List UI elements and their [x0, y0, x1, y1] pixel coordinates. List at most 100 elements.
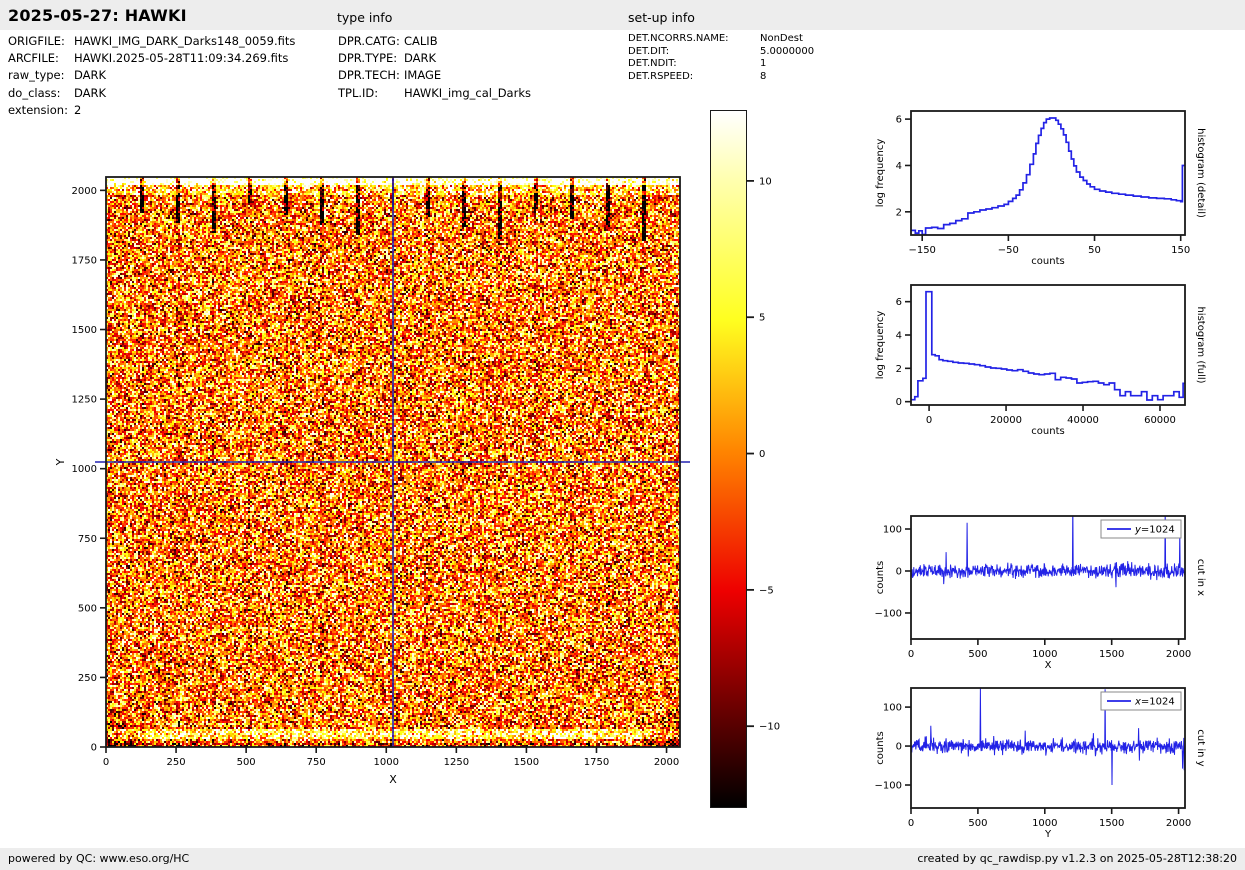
svg-text:1750: 1750 — [584, 757, 609, 768]
svg-text:1000: 1000 — [1032, 649, 1057, 660]
legend-label: y=1024 — [1134, 525, 1175, 536]
legend-label: x=1024 — [1134, 697, 1175, 708]
svg-text:1250: 1250 — [444, 757, 469, 768]
type-info-table: DPR.CATG: CALIB DPR.TYPE: DARK DPR.TECH: IM… — [338, 33, 531, 102]
svg-text:counts: counts — [1031, 256, 1064, 267]
svg-text:−100: −100 — [875, 781, 902, 792]
svg-text:250: 250 — [78, 673, 97, 684]
field-value: 8 — [760, 70, 767, 82]
svg-text:750: 750 — [78, 534, 97, 545]
setup-info-row: DET.NCORRS.NAME: NonDest — [628, 33, 814, 46]
svg-text:counts: counts — [1031, 426, 1064, 437]
field-label: DPR.TECH: — [338, 68, 400, 83]
svg-text:40000: 40000 — [1067, 415, 1099, 426]
file-info-row: extension: 2 — [8, 102, 295, 119]
svg-text:50: 50 — [1088, 245, 1101, 256]
svg-text:2000: 2000 — [654, 757, 679, 768]
field-value: DARK — [404, 51, 437, 66]
field-label: DET.RSPEED: — [628, 70, 694, 82]
field-value: DARK — [74, 68, 107, 83]
page-title: 2025-05-27: HAWKI — [8, 6, 187, 25]
svg-text:10: 10 — [759, 176, 772, 187]
footer-created-by: created by qc_rawdisp.py v1.2.3 on 2025-… — [917, 852, 1237, 865]
field-value: HAWKI_img_cal_Darks — [404, 85, 531, 100]
setup-info-table: DET.NCORRS.NAME: NonDest DET.DIT: 5.000000… — [628, 33, 814, 83]
svg-text:250: 250 — [167, 757, 186, 768]
svg-text:0: 0 — [759, 449, 765, 460]
svg-text:750: 750 — [307, 757, 326, 768]
field-label: DPR.TYPE: — [338, 51, 398, 66]
svg-text:0: 0 — [103, 757, 109, 768]
svg-text:counts: counts — [875, 561, 886, 594]
svg-text:Y: Y — [1044, 829, 1052, 840]
setup-info-row: DET.RSPEED: 8 — [628, 71, 814, 84]
svg-text:1500: 1500 — [72, 325, 97, 336]
file-info-row: ORIGFILE: HAWKI_IMG_DARK_Darks148_0059.fi… — [8, 33, 295, 50]
svg-text:500: 500 — [968, 818, 987, 829]
svg-text:−150: −150 — [908, 245, 935, 256]
svg-text:5: 5 — [759, 313, 765, 324]
svg-text:20000: 20000 — [990, 415, 1022, 426]
setup-info-row: DET.NDIT: 1 — [628, 58, 814, 71]
colorbar — [710, 110, 747, 808]
svg-text:cut in y: cut in y — [1195, 729, 1206, 766]
field-value: 5.0000000 — [760, 45, 815, 57]
svg-text:2: 2 — [896, 207, 902, 218]
svg-text:0: 0 — [896, 742, 902, 753]
setup-info-heading: set-up info — [628, 10, 695, 25]
field-label: TPL.ID: — [338, 85, 379, 100]
svg-text:0: 0 — [908, 649, 914, 660]
svg-text:0: 0 — [896, 397, 902, 408]
svg-text:0: 0 — [896, 566, 902, 577]
type-info-row: DPR.TECH: IMAGE — [338, 67, 531, 84]
svg-text:−10: −10 — [759, 722, 780, 733]
svg-text:histogram (full): histogram (full) — [1195, 306, 1206, 383]
legend-box — [1100, 691, 1182, 711]
svg-text:4: 4 — [896, 161, 902, 172]
field-value: HAWKI.2025-05-28T11:09:34.269.fits — [74, 51, 289, 66]
type-info-row: DPR.TYPE: DARK — [338, 50, 531, 67]
field-label: ARCFILE: — [8, 51, 59, 66]
field-label: do_class: — [8, 85, 61, 100]
file-info-row: raw_type: DARK — [8, 67, 295, 84]
type-info-row: DPR.CATG: CALIB — [338, 33, 531, 50]
svg-text:4: 4 — [896, 331, 902, 342]
field-label: DET.NCORRS.NAME: — [628, 33, 729, 44]
svg-text:1000: 1000 — [1032, 818, 1057, 829]
legend-box — [1100, 519, 1182, 539]
file-info-row: do_class: DARK — [8, 85, 295, 102]
svg-text:0: 0 — [91, 743, 97, 754]
svg-text:6: 6 — [896, 115, 902, 126]
field-value: IMAGE — [404, 68, 442, 83]
svg-text:Y: Y — [54, 458, 67, 466]
svg-text:1000: 1000 — [374, 757, 399, 768]
field-label: DPR.CATG: — [338, 34, 400, 48]
qc-report-page: 2025-05-27: HAWKI type info set-up info … — [0, 0, 1245, 870]
field-value: 2 — [74, 102, 82, 117]
svg-text:counts: counts — [875, 731, 886, 764]
svg-text:histogram (detail): histogram (detail) — [1195, 128, 1206, 218]
svg-text:500: 500 — [237, 757, 256, 768]
svg-text:6: 6 — [896, 297, 902, 308]
footer-powered-by: powered by QC: www.eso.org/HC — [8, 852, 190, 865]
svg-text:500: 500 — [78, 603, 97, 614]
svg-text:X: X — [389, 773, 397, 786]
setup-info-row: DET.DIT: 5.0000000 — [628, 46, 814, 59]
svg-text:60000: 60000 — [1144, 415, 1176, 426]
svg-text:−5: −5 — [759, 585, 774, 596]
svg-text:1250: 1250 — [72, 395, 97, 406]
svg-text:500: 500 — [968, 649, 987, 660]
field-value: DARK — [74, 85, 107, 100]
svg-text:1500: 1500 — [1099, 649, 1124, 660]
file-info-row: ARCFILE: HAWKI.2025-05-28T11:09:34.269.fi… — [8, 50, 295, 67]
svg-text:2000: 2000 — [1166, 649, 1191, 660]
svg-text:100: 100 — [883, 525, 902, 536]
svg-text:150: 150 — [1171, 245, 1190, 256]
field-label: ORIGFILE: — [8, 34, 65, 48]
svg-text:log frequency: log frequency — [875, 139, 886, 208]
svg-text:2000: 2000 — [1166, 818, 1191, 829]
svg-text:1000: 1000 — [72, 464, 97, 475]
svg-text:0: 0 — [908, 818, 914, 829]
svg-text:100: 100 — [883, 703, 902, 714]
svg-text:1500: 1500 — [514, 757, 539, 768]
